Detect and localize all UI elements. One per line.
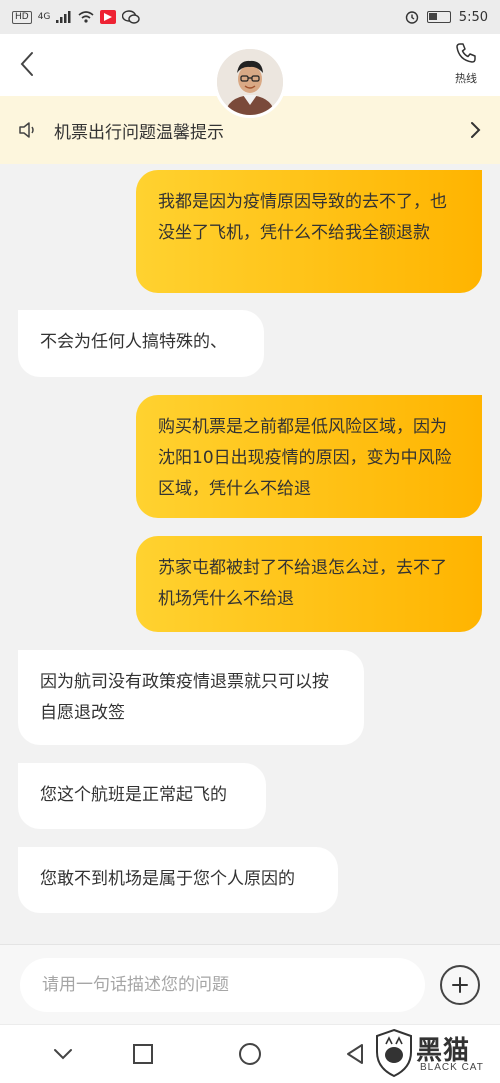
outgoing-message: 我都是因为疫情原因导致的去不了，也没坐了飞机，凭什么不给我全额退款 [136,170,482,293]
message-text: 因为航司没有政策疫情退票就只可以按自愿退改签 [40,672,329,723]
hd-badge: HD [12,10,32,24]
alarm-icon [405,11,418,24]
message-text: 不会为任何人搞特殊的、 [40,332,227,352]
message-text: 苏家屯都被封了不给退怎么过，去不了机场凭什么不给退 [158,558,447,609]
cat-shield-icon [376,1028,412,1078]
nav-down-button[interactable] [48,1039,78,1069]
wechat-icon [122,10,141,24]
nav-back-button[interactable] [340,1039,370,1069]
incoming-message: 您敢不到机场是属于您个人原因的 [18,847,338,913]
message-text: 您敢不到机场是属于您个人原因的 [40,869,295,889]
app-icon [100,10,117,24]
incoming-message: 因为航司没有政策疫情退票就只可以按自愿退改签 [18,650,364,745]
clock-time: 5:50 [458,9,488,25]
nav-recent-button[interactable] [128,1039,158,1069]
chevron-right-icon [471,122,481,138]
outgoing-message: 购买机票是之前都是低风险区域，因为沈阳10日出现疫情的原因，变为中风险区域，凭什… [136,395,482,518]
message-text: 我都是因为疫情原因导致的去不了，也没坐了飞机，凭什么不给我全额退款 [158,192,447,243]
plus-icon [452,977,468,993]
agent-avatar[interactable] [214,46,286,118]
nav-home-button[interactable] [235,1039,265,1069]
composer-bar [0,944,500,1024]
person-avatar-icon [217,49,283,115]
triangle-back-icon [347,1044,363,1064]
chevron-down-icon [54,1049,72,1060]
hotline-button[interactable]: 热线 [448,42,484,86]
circle-icon [239,1043,261,1065]
watermark-logo: 黑猫 BLACK CAT [374,1028,494,1080]
message-input[interactable] [20,958,425,1012]
signal-icon [56,11,71,23]
message-text: 购买机票是之前都是低风险区域，因为沈阳10日出现疫情的原因，变为中风险区域，凭什… [158,417,452,499]
status-bar: HD 4G 5:50 [0,0,500,34]
chevron-left-icon [20,52,33,76]
outgoing-message: 苏家屯都被封了不给退怎么过，去不了机场凭什么不给退 [136,536,482,632]
hotline-label: 热线 [455,72,477,85]
signal-icon: 4G [37,12,51,22]
chat-header: 热线 [0,34,500,118]
battery-icon [426,11,451,23]
incoming-message: 您这个航班是正常起飞的 [18,763,266,829]
message-text: 您这个航班是正常起飞的 [40,785,227,805]
wifi-icon [78,11,94,23]
square-icon [133,1044,153,1064]
back-button[interactable] [14,48,40,80]
notice-text: 机票出行问题温馨提示 [54,122,224,143]
speaker-icon [19,122,34,138]
watermark-subtitle: BLACK CAT [420,1062,484,1073]
add-button[interactable] [440,965,480,1005]
incoming-message: 不会为任何人搞特殊的、 [18,310,264,377]
phone-icon [456,43,476,63]
